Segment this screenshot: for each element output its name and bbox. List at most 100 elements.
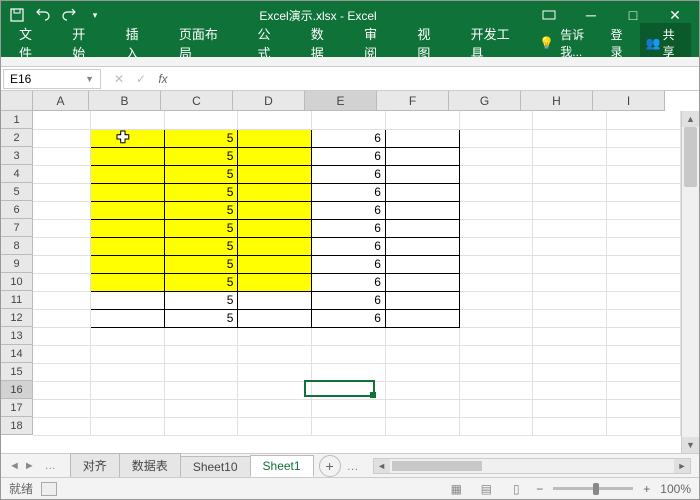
cell[interactable] [385, 165, 459, 183]
column-header[interactable]: D [233, 91, 305, 111]
horizontal-scrollbar[interactable]: ◄ ► [373, 458, 691, 474]
cell[interactable] [459, 327, 533, 345]
cell[interactable] [312, 399, 386, 417]
cell[interactable] [607, 381, 681, 399]
cell[interactable] [533, 363, 607, 381]
view-layout-icon[interactable]: ▤ [476, 481, 496, 497]
cell[interactable]: 5 [164, 219, 238, 237]
cell[interactable] [90, 291, 164, 309]
cell[interactable] [90, 363, 164, 381]
cell[interactable] [607, 399, 681, 417]
cell[interactable] [385, 291, 459, 309]
cell[interactable] [459, 129, 533, 147]
cell[interactable] [459, 399, 533, 417]
cell[interactable] [607, 237, 681, 255]
zoom-out-icon[interactable]: − [536, 482, 543, 496]
select-all-corner[interactable] [1, 91, 33, 111]
cell[interactable]: 5 [164, 273, 238, 291]
sheet-more-icon[interactable]: … [45, 460, 56, 472]
cell[interactable] [238, 309, 312, 327]
cell[interactable] [533, 129, 607, 147]
cell[interactable]: 6 [312, 147, 386, 165]
column-header[interactable]: G [449, 91, 521, 111]
cell[interactable] [533, 183, 607, 201]
accept-formula-icon[interactable]: ✓ [131, 72, 151, 86]
row-header[interactable]: 4 [1, 165, 33, 183]
cell[interactable] [607, 309, 681, 327]
cell[interactable] [385, 345, 459, 363]
cell[interactable] [90, 417, 164, 435]
cell[interactable] [385, 255, 459, 273]
cell[interactable] [533, 147, 607, 165]
cell[interactable]: 5 [164, 309, 238, 327]
cell[interactable]: 6 [312, 255, 386, 273]
cell[interactable]: 6 [312, 165, 386, 183]
cell[interactable] [385, 417, 459, 435]
cell[interactable]: 6 [312, 183, 386, 201]
row-header[interactable]: 5 [1, 183, 33, 201]
macro-record-icon[interactable] [41, 482, 57, 496]
cell[interactable] [90, 399, 164, 417]
column-header[interactable]: F [377, 91, 449, 111]
cell[interactable] [385, 201, 459, 219]
cell[interactable] [533, 417, 607, 435]
tell-me-label[interactable]: 告诉我... [560, 26, 604, 60]
cell[interactable] [533, 111, 607, 129]
sheet-tab[interactable]: Sheet1 [250, 455, 314, 477]
zoom-in-icon[interactable]: + [643, 482, 650, 496]
cell[interactable] [459, 273, 533, 291]
row-header[interactable]: 16 [1, 381, 33, 399]
cell[interactable] [33, 201, 90, 219]
cell[interactable] [533, 237, 607, 255]
cell[interactable] [238, 147, 312, 165]
cell[interactable] [385, 327, 459, 345]
cell[interactable] [238, 381, 312, 399]
cell[interactable] [459, 201, 533, 219]
cell[interactable]: 5 [164, 183, 238, 201]
cell[interactable] [385, 219, 459, 237]
cell[interactable] [385, 399, 459, 417]
cell[interactable] [238, 111, 312, 129]
cell[interactable] [238, 129, 312, 147]
sheet-last-icon[interactable]: ► [24, 460, 35, 472]
cell[interactable] [533, 255, 607, 273]
cell[interactable] [33, 381, 90, 399]
cell[interactable] [533, 309, 607, 327]
cell[interactable] [238, 183, 312, 201]
view-normal-icon[interactable]: ▦ [446, 481, 466, 497]
cell[interactable]: 5 [164, 291, 238, 309]
fx-icon[interactable]: fx [153, 72, 173, 86]
cell[interactable] [238, 273, 312, 291]
row-header[interactable]: 2 [1, 129, 33, 147]
cell[interactable] [459, 237, 533, 255]
cell[interactable] [385, 111, 459, 129]
cell[interactable] [238, 291, 312, 309]
sheet-tab[interactable]: 数据表 [119, 453, 181, 477]
cell[interactable] [33, 255, 90, 273]
cell[interactable]: 5 [164, 147, 238, 165]
cell[interactable] [164, 327, 238, 345]
cell[interactable] [607, 183, 681, 201]
cell[interactable] [238, 399, 312, 417]
cell[interactable]: 5 [164, 237, 238, 255]
row-header[interactable]: 8 [1, 237, 33, 255]
cell[interactable] [533, 381, 607, 399]
cell[interactable] [312, 111, 386, 129]
cell[interactable] [90, 183, 164, 201]
cell[interactable] [607, 111, 681, 129]
sheet-first-icon[interactable]: ◄ [9, 460, 20, 472]
cell[interactable] [607, 345, 681, 363]
row-header[interactable]: 9 [1, 255, 33, 273]
cancel-formula-icon[interactable]: ✕ [109, 72, 129, 86]
cell[interactable] [607, 273, 681, 291]
cell[interactable] [385, 273, 459, 291]
row-header[interactable]: 11 [1, 291, 33, 309]
cell[interactable] [90, 273, 164, 291]
cell[interactable] [33, 309, 90, 327]
scroll-up-icon[interactable]: ▲ [682, 111, 699, 127]
cell[interactable] [33, 219, 90, 237]
cell[interactable] [533, 327, 607, 345]
scroll-down-icon[interactable]: ▼ [682, 437, 699, 453]
cell[interactable]: 6 [312, 309, 386, 327]
cell[interactable] [533, 165, 607, 183]
